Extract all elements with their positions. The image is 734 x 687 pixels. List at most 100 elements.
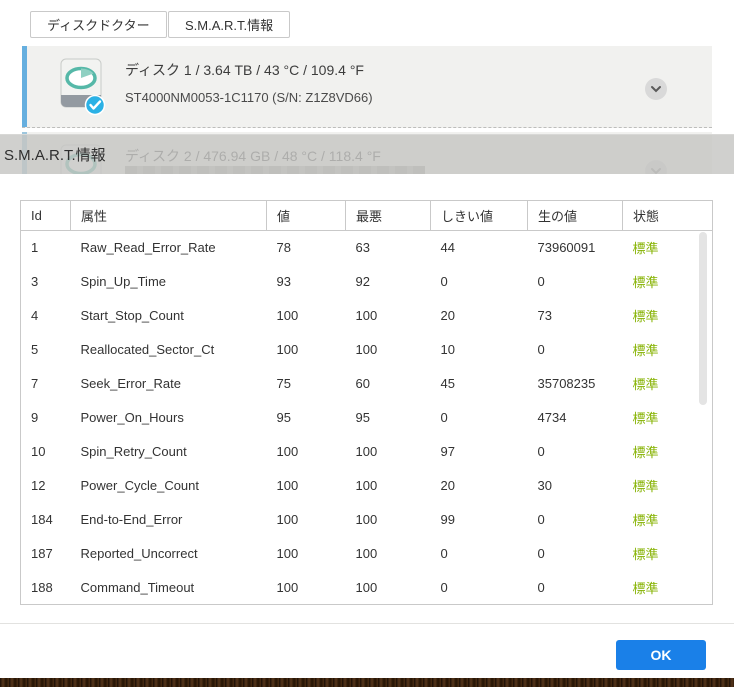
dialog-header: S.M.A.R.T.情報 [0,134,734,174]
table-cell: 100 [355,579,378,595]
table-cell: 3 [31,274,39,289]
table-cell: 100 [276,478,299,493]
table-cell: Reported_Uncorrect [80,546,198,561]
table-cell: 100 [355,308,378,323]
disk1-title: ディスク 1 / 3.64 TB / 43 °C / 109.4 °F [125,62,364,78]
table-cell: 100 [276,579,299,595]
table-cell: 92 [355,274,370,289]
table-cell: 10 [31,444,46,459]
table-cell: 0 [537,546,545,561]
column-header: 状態 [622,200,713,231]
table-cell: 95 [276,410,291,425]
table-cell: 100 [355,478,378,493]
table-cell: Seek_Error_Rate [80,376,181,391]
table-cell: 12 [31,478,46,493]
tab-disk-doctor[interactable]: ディスクドクター [30,11,167,38]
tab-smart-info[interactable]: S.M.A.R.T.情報 [168,11,291,38]
status-cell: 標準 [632,445,659,460]
column-header: 生の値 [527,200,623,231]
hard-drive-icon [56,58,106,116]
table-cell: 4734 [537,410,567,425]
dialog-body: Id 属性値最悪 しきい値 生の値 状態 1 Raw_Read_Error_Rate 78 6… [0,174,734,678]
table-scrollbar-thumb[interactable] [699,232,707,405]
disk1-serial: ST4000NM0053-1C1170 (S/N: Z1Z8VD66) [125,90,373,105]
table-cell: 0 [440,410,448,425]
table-cell: Command_Timeout [80,579,195,595]
ok-button[interactable]: OK [616,640,706,670]
status-cell: 標準 [632,547,659,562]
column-header: 属性 [70,200,267,231]
table-cell: 45 [440,376,455,391]
table-cell: End-to-End_Error [80,512,183,527]
table-row: 5 Reallocated_Sector_Ct 100 100 10 0 標準 [21,333,713,367]
table-cell: 0 [440,579,448,595]
table-cell: Power_Cycle_Count [80,478,200,493]
table-cell: 100 [276,308,299,323]
table-cell: 97 [440,444,455,459]
table-cell: 100 [355,444,378,459]
column-header: Id [20,200,71,231]
chevron-down-icon[interactable] [645,78,667,100]
table-cell: 100 [276,546,299,561]
table-cell: 0 [537,274,545,289]
table-cell: 30 [537,478,552,493]
table-cell: Spin_Retry_Count [80,444,187,459]
table-cell: Raw_Read_Error_Rate [80,240,216,256]
table-cell: 100 [276,342,299,357]
table-cell: 100 [276,512,299,527]
table-cell: 0 [440,274,448,289]
table-cell: Start_Stop_Count [80,308,184,323]
status-cell: 標準 [632,513,659,528]
dialog-title: S.M.A.R.T.情報 [4,147,106,164]
table-cell: 99 [440,512,455,527]
table-row: 3 Spin_Up_Time 93 92 0 0 標準 [21,265,713,299]
table-cell: 0 [537,342,545,357]
table-cell: 0 [537,579,545,595]
table-cell: 44 [440,240,455,256]
column-header: 値 [266,200,346,231]
table-cell: 0 [440,546,448,561]
table-cell: 100 [355,546,378,561]
smart-info-dialog: S.M.A.R.T.情報 Id 属性値最悪 しきい値 生の値 状態 1 Raw_Read_… [0,134,734,678]
table-row: 10 Spin_Retry_Count 100 100 97 0 標準 [21,435,713,469]
table-cell: 184 [31,512,53,527]
table-cell: 78 [276,240,291,256]
table-cell: 100 [355,512,378,527]
table-cell: 63 [355,240,370,256]
check-badge-icon [84,94,106,116]
app-window: ディスクドクター S.M.A.R.T.情報 ディスク 1 / 3.64 TB /… [0,0,734,687]
table-row: 4 Start_Stop_Count 100 100 20 73 標準 [21,299,713,333]
table-cell: 73 [537,308,552,323]
table-row: 1 Raw_Read_Error_Rate 78 63 44 73960091 標準 [21,231,713,265]
table-row: 188 Command_Timeout 100 100 0 0 標準 [21,571,713,605]
footer-divider [0,623,734,624]
selected-accent-bar [22,46,27,127]
table-cell: 35708235 [537,376,596,391]
desktop-wallpaper-strip [0,678,734,687]
smart-attributes-table: Id 属性値最悪 しきい値 生の値 状態 1 Raw_Read_Error_Rate 78 6… [20,200,713,605]
table-cell: 4 [31,308,39,323]
table-row: 9 Power_On_Hours 95 95 0 4734 標準 [21,401,713,435]
table-cell: 95 [355,410,370,425]
table-cell: 73960091 [537,240,596,256]
table-cell: 9 [31,410,39,425]
table-cell: 188 [31,579,53,595]
column-header: 最悪 [345,200,431,231]
table-row: 187 Reported_Uncorrect 100 100 0 0 標準 [21,537,713,571]
table-cell: 100 [355,342,378,357]
table-row: 184 End-to-End_Error 100 100 99 0 標準 [21,503,713,537]
table-cell: 93 [276,274,291,289]
table-cell: 75 [276,376,291,391]
table-cell: 20 [440,308,455,323]
table-cell: Power_On_Hours [80,410,184,425]
table-cell: 0 [537,512,545,527]
status-cell: 標準 [632,580,659,596]
table-cell: 60 [355,376,370,391]
table-row: 12 Power_Cycle_Count 100 100 20 30 標準 [21,469,713,503]
table-cell: 100 [276,444,299,459]
column-header: しきい値 [430,200,528,231]
table-cell: 1 [31,240,39,256]
disk-row-1[interactable]: ディスク 1 / 3.64 TB / 43 °C / 109.4 °F ST40… [22,46,712,128]
table-cell: 7 [31,376,39,391]
table-cell: Spin_Up_Time [80,274,167,289]
